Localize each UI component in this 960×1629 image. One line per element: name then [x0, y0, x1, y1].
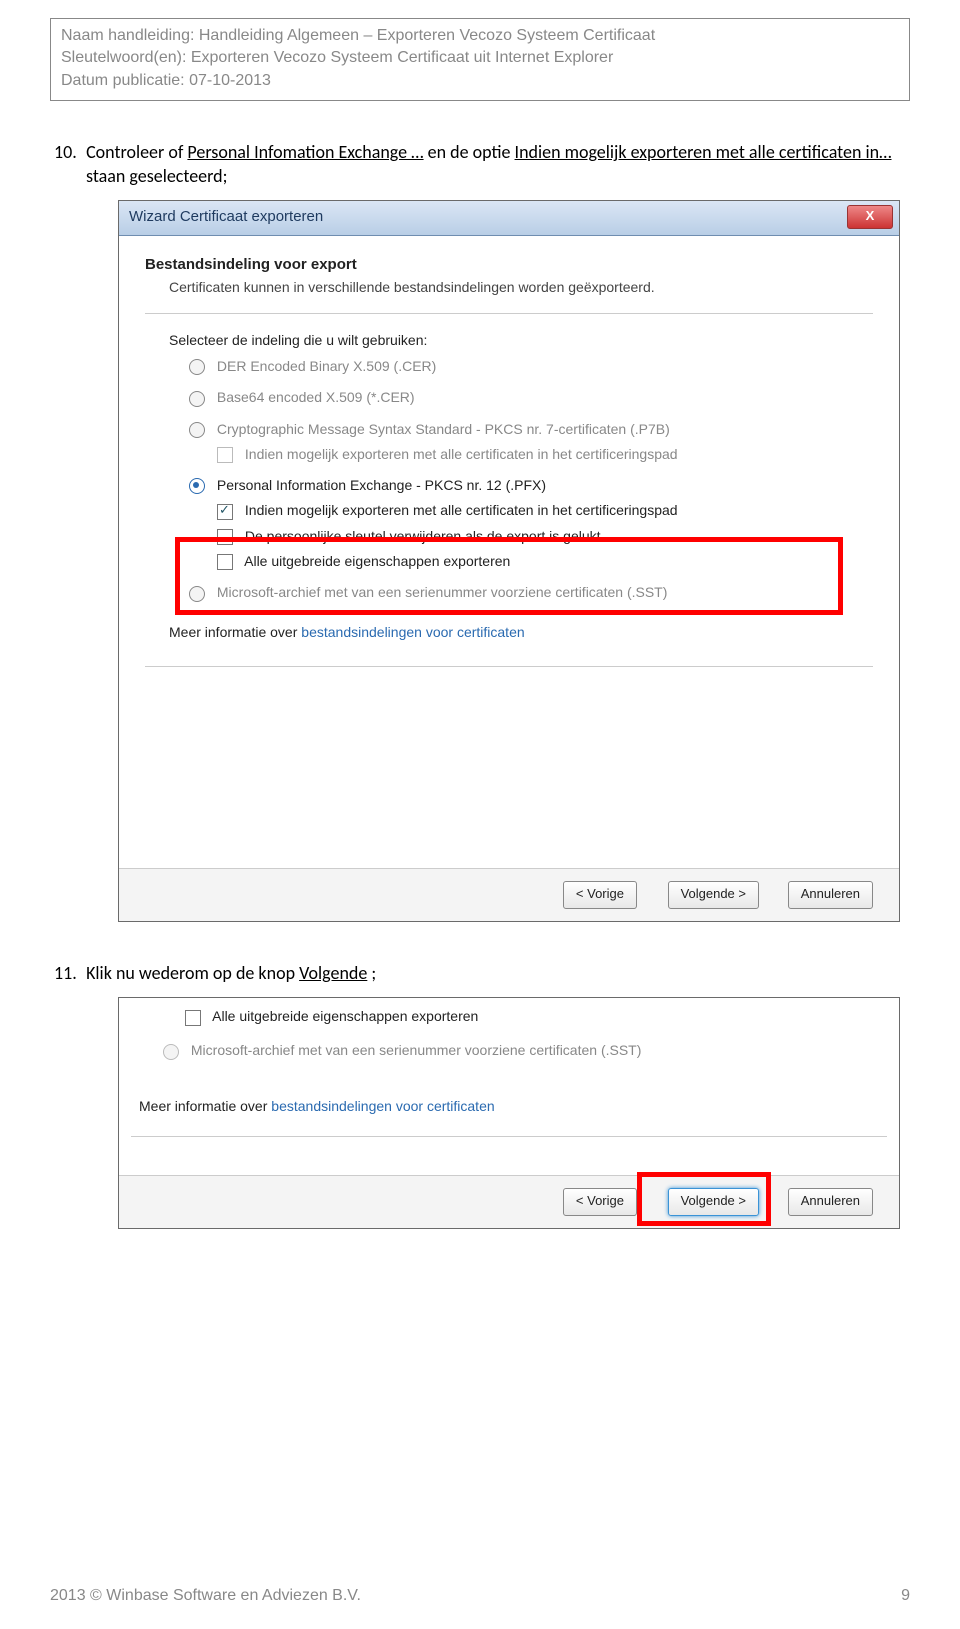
checkbox-pfx-include-path[interactable]: Indien mogelijk exporteren met alle cert… [217, 502, 873, 519]
step-10-text-post: staan geselecteerd; [86, 165, 227, 187]
radio-option-base64[interactable]: Base64 encoded X.509 (*.CER) [189, 389, 873, 406]
checkbox-pfx-delete-key[interactable]: De persoonlijke sleutel verwijderen als … [217, 528, 873, 545]
checkbox-label: Alle uitgebreide eigenschappen exportere… [244, 553, 510, 569]
header-line-1: Naam handleiding: Handleiding Algemeen –… [61, 25, 899, 47]
header-label-3: Datum publicatie: [61, 72, 185, 89]
radio-icon [189, 391, 205, 407]
radio-icon [189, 478, 205, 494]
checkbox-p7b-include-path: Indien mogelijk exporteren met alle cert… [217, 446, 873, 463]
step-10-number: 10. [54, 141, 82, 164]
radio-label: DER Encoded Binary X.509 (.CER) [217, 358, 436, 374]
more-info-prefix: Meer informatie over [139, 1098, 271, 1114]
checkbox-label: Indien mogelijk exporteren met alle cert… [245, 502, 678, 518]
radio-icon [189, 586, 205, 602]
step-11-text-post: ; [371, 962, 376, 984]
screenshot-wizard-export-format: Wizard Certificaat exporteren X Bestands… [118, 200, 900, 922]
dialog-footer: < Vorige Volgende > Annuleren [119, 868, 899, 921]
step-10-text-pre: Controleer of [86, 141, 187, 163]
back-button[interactable]: < Vorige [563, 1188, 637, 1216]
checkbox-label: Alle uitgebreide eigenschappen exportere… [212, 1008, 478, 1024]
checkbox-icon [185, 1010, 201, 1026]
radio-option-sst[interactable]: Microsoft-archief met van een serienumme… [189, 584, 873, 601]
radio-icon [189, 359, 205, 375]
radio-icon [163, 1044, 179, 1060]
header-line-3: Datum publicatie: 07-10-2013 [61, 70, 899, 92]
checkbox-label: De persoonlijke sleutel verwijderen als … [245, 528, 601, 544]
radio-option-p7b[interactable]: Cryptographic Message Syntax Standard - … [189, 421, 873, 438]
radio-option-pfx[interactable]: Personal Information Exchange - PKCS nr.… [189, 477, 873, 494]
radio-option-der[interactable]: DER Encoded Binary X.509 (.CER) [189, 358, 873, 375]
cancel-button[interactable]: Annuleren [788, 1188, 873, 1216]
step-11-paragraph: 11. Klik nu wederom op de knop Volgende … [86, 962, 910, 985]
next-button[interactable]: Volgende > [668, 1188, 759, 1216]
close-button[interactable]: X [847, 205, 893, 229]
footer-copyright: 2013 © Winbase Software en Adviezen B.V. [50, 1587, 361, 1605]
radio-option-sst[interactable]: Microsoft-archief met van een serienumme… [163, 1042, 641, 1059]
checkbox-extended-props[interactable]: Alle uitgebreide eigenschappen exportere… [185, 1008, 478, 1025]
more-info-line: Meer informatie over bestandsindelingen … [169, 624, 873, 640]
checkbox-icon [217, 529, 233, 545]
divider [145, 313, 873, 314]
dialog-title: Wizard Certificaat exporteren [129, 208, 323, 225]
footer-page-number: 9 [901, 1587, 910, 1605]
header-value-3: 07-10-2013 [189, 72, 271, 89]
more-info-prefix: Meer informatie over [169, 624, 301, 640]
divider [131, 1136, 887, 1137]
checkbox-pfx-extended-props[interactable]: Alle uitgebreide eigenschappen exportere… [217, 553, 873, 570]
checkbox-icon [217, 554, 233, 570]
dialog-footer: < Vorige Volgende > Annuleren [119, 1175, 899, 1228]
close-icon: X [866, 208, 875, 223]
header-label-1: Naam handleiding: [61, 27, 194, 44]
checkbox-label: Indien mogelijk exporteren met alle cert… [245, 446, 678, 462]
section-heading: Bestandsindeling voor export [145, 256, 873, 273]
header-value-1: Handleiding Algemeen – Exporteren Vecozo… [199, 27, 655, 44]
radio-label: Cryptographic Message Syntax Standard - … [217, 421, 670, 437]
dialog-titlebar: Wizard Certificaat exporteren X [119, 201, 899, 236]
page-footer: 2013 © Winbase Software en Adviezen B.V.… [50, 1587, 910, 1605]
divider [145, 666, 873, 667]
select-format-label: Selecteer de indeling die u wilt gebruik… [169, 332, 873, 348]
header-line-2: Sleutelwoord(en): Exporteren Vecozo Syst… [61, 47, 899, 69]
step-11-underline-1: Volgende [299, 962, 367, 984]
more-info-link[interactable]: bestandsindelingen voor certificaten [301, 624, 524, 640]
step-10-text-mid: en de optie [428, 141, 515, 163]
next-button[interactable]: Volgende > [668, 881, 759, 909]
more-info-link[interactable]: bestandsindelingen voor certificaten [271, 1098, 494, 1114]
step-11-number: 11. [54, 962, 82, 985]
radio-icon [189, 422, 205, 438]
cancel-button[interactable]: Annuleren [788, 881, 873, 909]
radio-label: Base64 encoded X.509 (*.CER) [217, 389, 415, 405]
step-11-text-pre: Klik nu wederom op de knop [86, 962, 299, 984]
step-10-underline-2: Indien mogelijk exporteren met alle cert… [515, 141, 892, 163]
radio-label: Microsoft-archief met van een serienumme… [191, 1042, 642, 1058]
radio-label: Microsoft-archief met van een serienumme… [217, 584, 668, 600]
header-value-2: Exporteren Vecozo Systeem Certificaat ui… [191, 49, 613, 66]
back-button[interactable]: < Vorige [563, 881, 637, 909]
step-10-underline-1: Personal Infomation Exchange … [187, 141, 423, 163]
header-label-2: Sleutelwoord(en): [61, 49, 186, 66]
document-header-box: Naam handleiding: Handleiding Algemeen –… [50, 18, 910, 101]
more-info-line: Meer informatie over bestandsindelingen … [139, 1098, 495, 1114]
section-description: Certificaten kunnen in verschillende bes… [169, 279, 873, 295]
checkbox-icon [217, 447, 233, 463]
radio-label: Personal Information Exchange - PKCS nr.… [217, 477, 546, 493]
screenshot-wizard-footer-next: Alle uitgebreide eigenschappen exportere… [118, 997, 900, 1229]
checkbox-icon [217, 504, 233, 520]
step-10-paragraph: 10. Controleer of Personal Infomation Ex… [86, 141, 910, 188]
